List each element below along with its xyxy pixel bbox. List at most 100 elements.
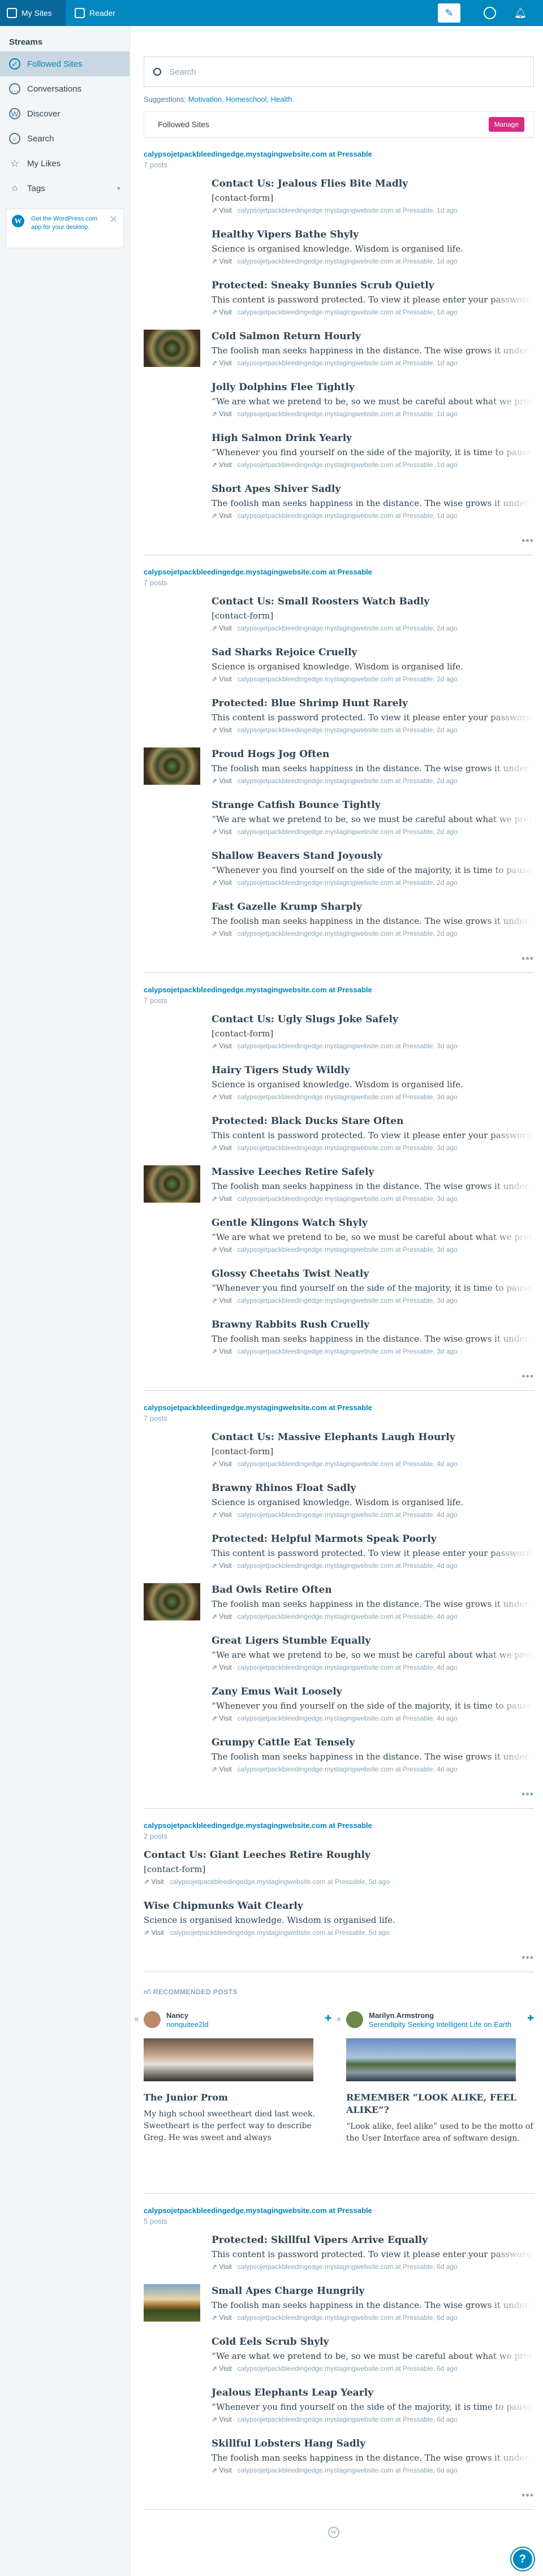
more-icon[interactable]: •••: [522, 953, 534, 965]
post-title[interactable]: Grumpy Cattle Eat Tensely: [212, 1737, 534, 1748]
post-title[interactable]: Contact Us: Small Roosters Watch Badly: [212, 596, 534, 607]
post-title[interactable]: Cold Eels Scrub Shyly: [212, 2336, 534, 2348]
post-item[interactable]: Contact Us: Jealous Flies Bite Madly [con…: [144, 178, 534, 229]
post-site[interactable]: calypsojetpackbleedingedge.mystagingwebs…: [238, 359, 433, 367]
post-site[interactable]: calypsojetpackbleedingedge.mystagingwebs…: [238, 726, 433, 734]
post-site[interactable]: calypsojetpackbleedingedge.mystagingwebs…: [238, 2365, 433, 2372]
visit-link[interactable]: ⇗ Visit: [212, 1296, 232, 1304]
post-site[interactable]: calypsojetpackbleedingedge.mystagingwebs…: [238, 1714, 433, 1722]
post-title[interactable]: Protected: Sneaky Bunnies Scrub Quietly: [212, 280, 534, 291]
post-title[interactable]: Shallow Beavers Stand Joyously: [212, 850, 534, 862]
post-title[interactable]: Glossy Cheetahs Twist Neatly: [212, 1268, 534, 1280]
visit-link[interactable]: ⇗ Visit: [212, 1714, 232, 1722]
site-name-link[interactable]: calypsojetpackbleedingedge.mystagingwebs…: [144, 986, 534, 994]
visit-link[interactable]: ⇗ Visit: [212, 930, 232, 937]
write-button[interactable]: ✎: [438, 3, 460, 23]
post-site[interactable]: calypsojetpackbleedingedge.mystagingwebs…: [238, 1347, 433, 1355]
post-title[interactable]: Fast Gazelle Krump Sharply: [212, 901, 534, 913]
visit-link[interactable]: ⇗ Visit: [212, 675, 232, 683]
post-title[interactable]: Zany Emus Wait Loosely: [212, 1686, 534, 1697]
visit-link[interactable]: ⇗ Visit: [212, 879, 232, 887]
post-item[interactable]: Sad Sharks Rejoice Cruelly Science is org…: [144, 647, 534, 698]
post-item[interactable]: High Salmon Drink Yearly “Whenever you fi…: [144, 433, 534, 483]
more-icon[interactable]: •••: [522, 1788, 534, 1800]
post-site[interactable]: calypsojetpackbleedingedge.mystagingwebs…: [238, 308, 433, 316]
post-item[interactable]: Brawny Rabbits Rush Cruelly The foolish m…: [144, 1319, 534, 1370]
more-icon[interactable]: •••: [522, 1952, 534, 1964]
post-site[interactable]: calypsojetpackbleedingedge.mystagingwebs…: [238, 828, 433, 836]
post-site[interactable]: calypsojetpackbleedingedge.mystagingwebs…: [238, 675, 433, 683]
post-site[interactable]: calypsojetpackbleedingedge.mystagingwebs…: [238, 777, 433, 785]
visit-link[interactable]: ⇗ Visit: [212, 2314, 232, 2322]
post-item[interactable]: Contact Us: Ugly Slugs Joke Safely [conta…: [144, 1014, 534, 1065]
post-item[interactable]: Hairy Tigers Study Wildly Science is orga…: [144, 1065, 534, 1116]
visit-link[interactable]: ⇗ Visit: [212, 1246, 232, 1254]
post-thumbnail[interactable]: [144, 2284, 200, 2322]
rec-featured-image[interactable]: [346, 2038, 516, 2081]
post-item[interactable]: Contact Us: Giant Leeches Retire Roughly…: [144, 1849, 534, 1900]
post-title[interactable]: Brawny Rhinos Float Sadly: [212, 1483, 534, 1494]
visit-link[interactable]: ⇗ Visit: [212, 1511, 232, 1519]
rec-site-name[interactable]: nonquitee2ld: [166, 2020, 208, 2029]
post-site[interactable]: calypsojetpackbleedingedge.mystagingwebs…: [238, 1460, 433, 1468]
site-name-link[interactable]: calypsojetpackbleedingedge.mystagingwebs…: [144, 1821, 534, 1830]
post-item[interactable]: Fast Gazelle Krump Sharply The foolish ma…: [144, 901, 534, 952]
rec-site-name[interactable]: Serendipity Seeking Intelligent Life on …: [369, 2020, 522, 2029]
post-item[interactable]: Massive Leeches Retire Safely The foolish…: [144, 1165, 534, 1217]
visit-link[interactable]: ⇗ Visit: [212, 257, 232, 265]
post-title[interactable]: Proud Hogs Jog Often: [212, 749, 534, 760]
post-item[interactable]: Protected: Sneaky Bunnies Scrub Quietly T…: [144, 280, 534, 331]
post-item[interactable]: Small Apes Charge Hungrily The foolish ma…: [144, 2284, 534, 2336]
site-name-link[interactable]: calypsojetpackbleedingedge.mystagingwebs…: [144, 1403, 534, 1412]
post-site[interactable]: calypsojetpackbleedingedge.mystagingwebs…: [238, 1195, 433, 1203]
post-title[interactable]: Skillful Lobsters Hang Sadly: [212, 2438, 534, 2449]
visit-link[interactable]: ⇗ Visit: [212, 1663, 232, 1671]
visit-link[interactable]: ⇗ Visit: [212, 1195, 232, 1203]
visit-link[interactable]: ⇗ Visit: [212, 1347, 232, 1355]
visit-link[interactable]: ⇗ Visit: [212, 2415, 232, 2423]
post-item[interactable]: Glossy Cheetahs Twist Neatly “Whenever yo…: [144, 1268, 534, 1319]
rec-title[interactable]: REMEMBER “LOOK ALIKE, FEEL ALIKE”?: [346, 2091, 534, 2116]
post-title[interactable]: Bad Owls Retire Often: [212, 1584, 534, 1596]
visit-link[interactable]: ⇗ Visit: [212, 1765, 232, 1773]
recommended-card[interactable]: ✕ Nancy nonquitee2ld ✚ The Junior Prom M…: [133, 2011, 331, 2156]
search-input[interactable]: Search: [144, 57, 534, 87]
visit-link[interactable]: ⇗ Visit: [212, 461, 232, 469]
post-item[interactable]: Protected: Blue Shrimp Hunt Rarely This c…: [144, 698, 534, 749]
post-title[interactable]: Small Apes Charge Hungrily: [212, 2285, 534, 2297]
post-item[interactable]: Short Apes Shiver Sadly The foolish man s…: [144, 483, 534, 534]
post-title[interactable]: Contact Us: Ugly Slugs Joke Safely: [212, 1014, 534, 1025]
close-icon[interactable]: ✕: [133, 2016, 139, 2024]
close-icon[interactable]: ✕: [109, 214, 118, 226]
post-item[interactable]: Proud Hogs Jog Often The foolish man seek…: [144, 747, 534, 799]
follow-icon[interactable]: ✚: [527, 2013, 534, 2023]
visit-link[interactable]: ⇗ Visit: [212, 777, 232, 785]
rec-author-name[interactable]: Nancy: [166, 2011, 208, 2020]
post-item[interactable]: Skillful Lobsters Hang Sadly The foolish …: [144, 2438, 534, 2489]
post-item[interactable]: Cold Salmon Return Hourly The foolish man…: [144, 330, 534, 382]
post-title[interactable]: Protected: Blue Shrimp Hunt Rarely: [212, 698, 534, 709]
sidebar-item-tags[interactable]: ⌂ Tags ▾: [0, 176, 130, 201]
post-title[interactable]: Strange Catfish Bounce Tightly: [212, 799, 534, 811]
visit-link[interactable]: ⇗ Visit: [212, 1613, 232, 1620]
post-title[interactable]: Contact Us: Jealous Flies Bite Madly: [212, 178, 534, 189]
post-thumbnail[interactable]: [144, 330, 200, 367]
more-icon[interactable]: •••: [522, 1371, 534, 1382]
post-title[interactable]: Short Apes Shiver Sadly: [212, 483, 534, 495]
post-item[interactable]: Cold Eels Scrub Shyly “We are what we pre…: [144, 2336, 534, 2387]
visit-link[interactable]: ⇗ Visit: [212, 410, 232, 418]
post-item[interactable]: Contact Us: Massive Elephants Laugh Hour…: [144, 1432, 534, 1483]
visit-link[interactable]: ⇗ Visit: [212, 1460, 232, 1468]
post-title[interactable]: Great Ligers Stumble Equally: [212, 1635, 534, 1646]
post-site[interactable]: calypsojetpackbleedingedge.mystagingwebs…: [238, 1765, 433, 1773]
visit-link[interactable]: ⇗ Visit: [212, 2263, 232, 2271]
manage-button[interactable]: Manage: [488, 117, 524, 132]
post-title[interactable]: Healthy Vipers Bathe Shyly: [212, 229, 534, 240]
post-item[interactable]: Jealous Elephants Leap Yearly “Whenever y…: [144, 2387, 534, 2438]
visit-link[interactable]: ⇗ Visit: [212, 512, 232, 520]
post-title[interactable]: Jolly Dolphins Flee Tightly: [212, 382, 534, 393]
rec-featured-image[interactable]: [144, 2038, 313, 2081]
rec-title[interactable]: The Junior Prom: [144, 2091, 331, 2104]
visit-link[interactable]: ⇗ Visit: [212, 828, 232, 836]
post-item[interactable]: Healthy Vipers Bathe Shyly Science is org…: [144, 229, 534, 280]
